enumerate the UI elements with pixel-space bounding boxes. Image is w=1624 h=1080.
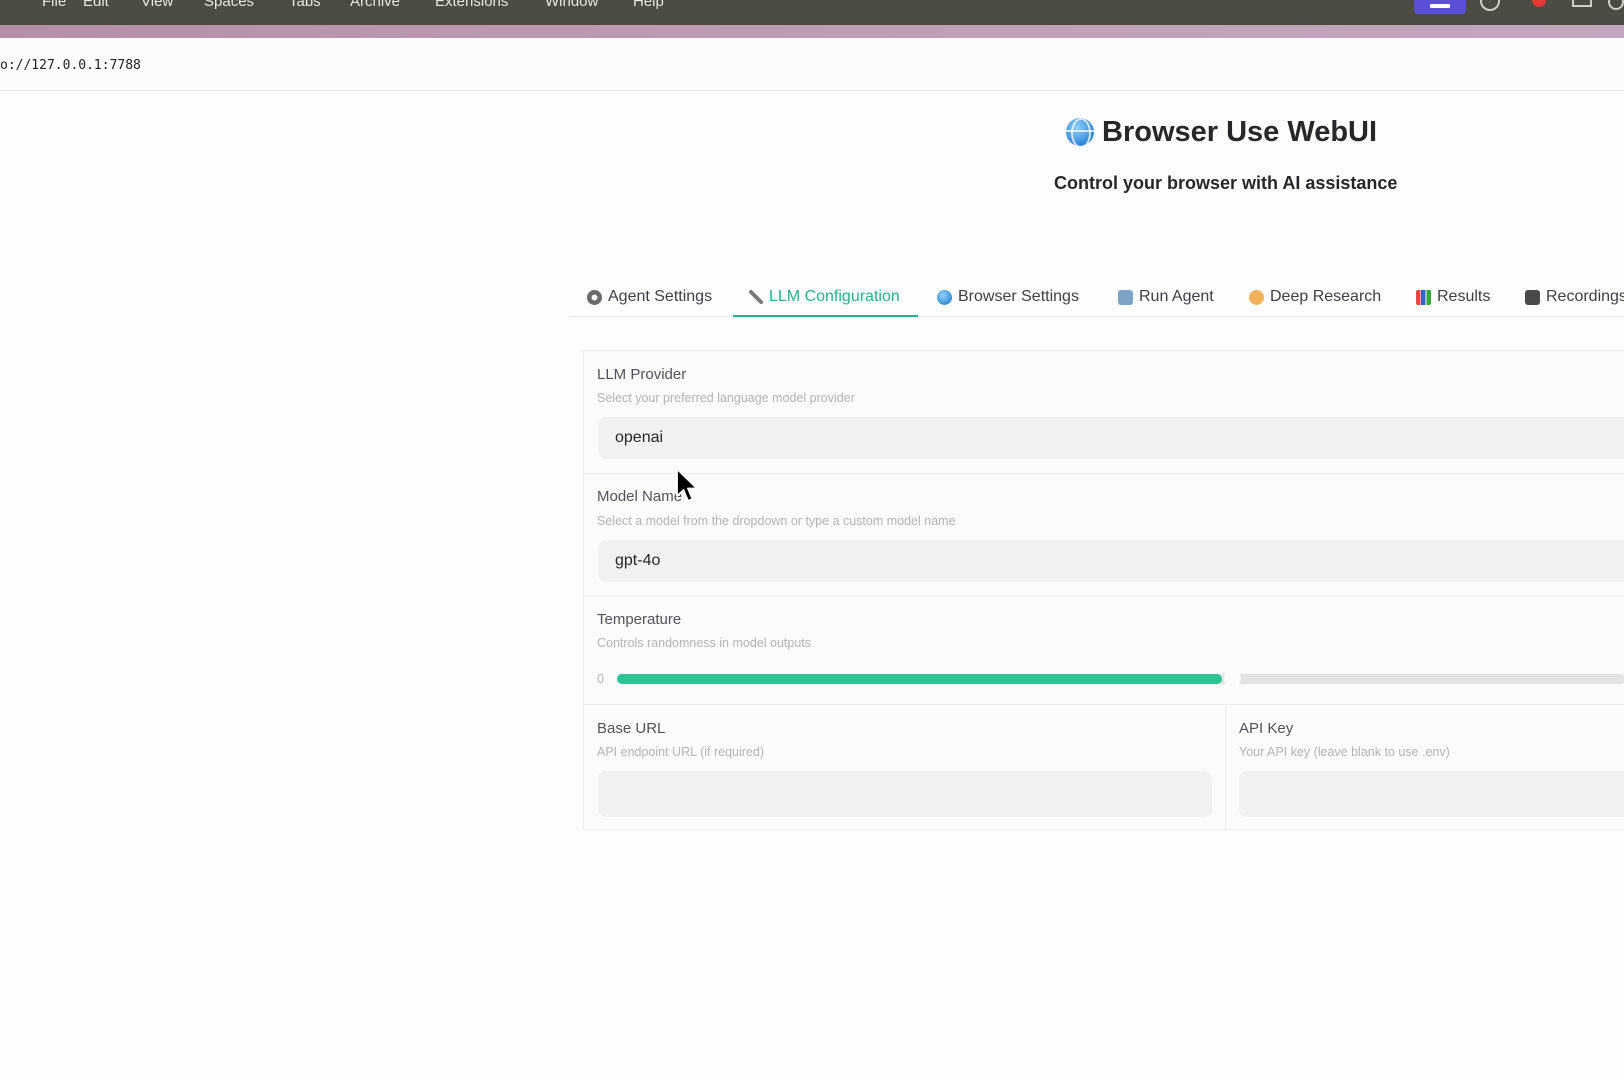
temperature-min-label: 0 xyxy=(597,672,604,686)
tab-label: Run Agent xyxy=(1139,288,1214,305)
llm-provider-dropdown[interactable]: openai xyxy=(598,417,1624,459)
page-title-text: Browser Use WebUI xyxy=(1102,115,1378,148)
address-bar[interactable]: o://127.0.0.1:7788 xyxy=(0,38,1624,91)
tab-label: LLM Configuration xyxy=(769,288,900,305)
globe-icon xyxy=(937,289,952,305)
menu-archive[interactable]: Archive xyxy=(350,0,400,10)
gear-icon xyxy=(587,289,602,305)
chart-icon xyxy=(1416,289,1431,305)
notification-badge-icon[interactable] xyxy=(1532,0,1546,7)
status-icon[interactable] xyxy=(1608,0,1624,10)
column-divider xyxy=(1225,705,1226,830)
os-menu-bar: File Edit View Spaces Tabs Archive Exten… xyxy=(0,0,1624,25)
menu-file[interactable]: File xyxy=(42,0,66,10)
tab-label: Recordings xyxy=(1546,288,1624,305)
globe-icon xyxy=(1066,118,1094,146)
temperature-block: Temperature Controls randomness in model… xyxy=(584,597,1624,704)
temperature-info: Controls randomness in model outputs xyxy=(597,636,812,650)
page-title: Browser Use WebUI xyxy=(1066,112,1377,152)
base-url-label: Base URL xyxy=(597,720,666,737)
page-subtitle: Control your browser with AI assistance xyxy=(1054,173,1398,193)
clock-icon[interactable] xyxy=(1480,0,1500,11)
screen-share-icon[interactable] xyxy=(1414,0,1466,14)
llm-config-panel: LLM Provider Select your preferred langu… xyxy=(583,350,1624,830)
temperature-slider-thumb[interactable] xyxy=(1223,670,1241,687)
robot-icon xyxy=(1118,289,1133,305)
menu-view[interactable]: View xyxy=(141,0,173,10)
menu-window[interactable]: Window xyxy=(545,0,598,10)
temperature-slider[interactable] xyxy=(617,670,1624,687)
tab-recordings[interactable]: Recordings xyxy=(1525,280,1624,314)
llm-provider-block: LLM Provider Select your preferred langu… xyxy=(584,351,1624,474)
model-name-label: Model Name xyxy=(597,488,683,505)
tab-label: Agent Settings xyxy=(608,288,713,305)
tab-bar: Agent Settings LLM Configuration Browser… xyxy=(570,280,1624,317)
url-text[interactable]: o://127.0.0.1:7788 xyxy=(0,58,141,73)
menu-spaces[interactable]: Spaces xyxy=(204,0,254,10)
model-name-info: Select a model from the dropdown or type… xyxy=(597,514,956,528)
menu-help[interactable]: Help xyxy=(633,0,664,10)
tab-agent-settings[interactable]: Agent Settings xyxy=(587,280,712,314)
menu-edit[interactable]: Edit xyxy=(83,0,109,10)
camera-icon xyxy=(1525,289,1540,305)
temperature-label: Temperature xyxy=(597,611,682,628)
llm-provider-info: Select your preferred language model pro… xyxy=(597,391,855,405)
tab-label: Browser Settings xyxy=(958,288,1079,305)
brain-icon xyxy=(1249,289,1264,305)
tab-deep-research[interactable]: Deep Research xyxy=(1249,280,1381,314)
api-key-info: Your API key (leave blank to use .env) xyxy=(1239,745,1450,759)
endpoint-row: Base URL API endpoint URL (if required) … xyxy=(584,704,1624,830)
tab-label: Deep Research xyxy=(1270,288,1382,305)
wrench-icon xyxy=(749,290,763,304)
browser-accent-strip xyxy=(0,25,1624,38)
model-name-dropdown[interactable]: gpt-4o xyxy=(598,540,1624,582)
base-url-input[interactable] xyxy=(598,771,1212,817)
mouse-cursor-icon xyxy=(676,468,698,502)
tab-llm-configuration[interactable]: LLM Configuration xyxy=(733,280,918,317)
menu-extensions[interactable]: Extensions xyxy=(435,0,508,10)
tab-label: Results xyxy=(1437,288,1491,305)
llm-provider-label: LLM Provider xyxy=(597,366,687,383)
mail-icon[interactable] xyxy=(1572,0,1592,7)
tab-run-agent[interactable]: Run Agent xyxy=(1118,280,1214,314)
tab-results[interactable]: Results xyxy=(1416,280,1490,314)
menu-tabs[interactable]: Tabs xyxy=(289,0,321,10)
model-name-block: Model Name Select a model from the dropd… xyxy=(584,474,1624,597)
api-key-label: API Key xyxy=(1239,720,1294,737)
tab-browser-settings[interactable]: Browser Settings xyxy=(937,280,1079,314)
base-url-info: API endpoint URL (if required) xyxy=(597,745,764,759)
api-key-input[interactable] xyxy=(1239,771,1624,817)
temperature-slider-fill xyxy=(617,674,1222,684)
